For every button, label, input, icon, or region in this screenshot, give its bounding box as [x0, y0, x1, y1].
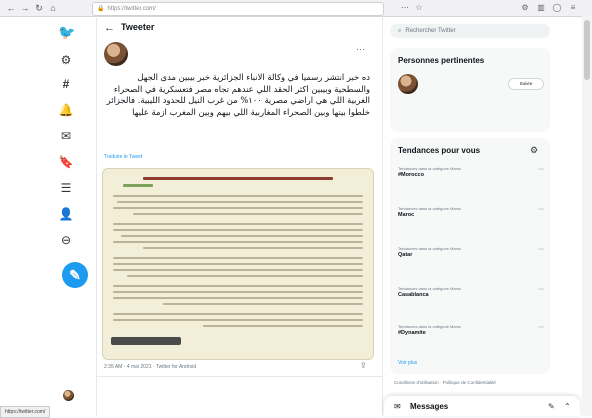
- tweet-text: ده خبر انتشر رسميا في وكالة الانباء الجز…: [106, 72, 370, 117]
- trend-more-icon[interactable]: ⋯: [538, 166, 544, 173]
- trend-name[interactable]: Qatar: [398, 252, 412, 258]
- document-line: [127, 275, 363, 277]
- document-line: [113, 229, 363, 231]
- status-bar-url: https://twitter.com/: [0, 406, 51, 418]
- document-headline: [143, 177, 333, 180]
- document-line: [143, 247, 363, 249]
- document-line: [113, 297, 363, 299]
- browser-back-icon[interactable]: ←: [6, 3, 16, 13]
- trend-category: Tendances dans la catégorie Maroc: [398, 166, 462, 171]
- more-icon[interactable]: ⊖: [58, 232, 74, 248]
- document-line: [113, 207, 363, 209]
- trend-category: Tendances dans la catégorie Maroc: [398, 246, 462, 251]
- document-line: [113, 241, 363, 243]
- page-title: Tweeter: [121, 22, 155, 32]
- extensions-icon[interactable]: ⚙: [520, 3, 530, 13]
- trend-more-icon[interactable]: ⋯: [538, 206, 544, 213]
- document-line: [113, 195, 363, 197]
- share-icon[interactable]: ⇪: [360, 361, 367, 370]
- document-line: [113, 313, 363, 315]
- document-toolbar: [111, 337, 181, 345]
- relevant-person-avatar[interactable]: [398, 74, 418, 94]
- search-input[interactable]: ⌕ Rechercher Twitter: [390, 24, 550, 38]
- trends-settings-icon[interactable]: ⚙: [530, 145, 538, 156]
- trend-name[interactable]: #Morocco: [398, 172, 424, 178]
- back-arrow-icon[interactable]: ←: [104, 22, 115, 34]
- document-line: [203, 325, 363, 327]
- document-line: [163, 303, 363, 305]
- document-line: [113, 257, 363, 259]
- address-bar[interactable]: 🔒 https://twitter.com/: [92, 2, 384, 16]
- document-line: [113, 319, 363, 321]
- column-divider: [382, 16, 383, 416]
- document-line: [113, 285, 363, 287]
- messages-drawer-icon: ✉: [394, 402, 401, 411]
- document-line: [117, 201, 363, 203]
- lists-icon[interactable]: ☰: [58, 180, 74, 196]
- translate-tweet-link[interactable]: Traduire le Tweet: [104, 154, 142, 160]
- trend-name[interactable]: #Dynamite: [398, 330, 426, 336]
- messages-drawer-label[interactable]: Messages: [410, 402, 448, 411]
- menu-icon[interactable]: ≡: [568, 3, 578, 13]
- address-bar-url: https://twitter.com/: [107, 6, 156, 12]
- bookmarks-icon[interactable]: 🔖: [58, 154, 74, 170]
- trend-more-icon[interactable]: ⋯: [538, 286, 544, 293]
- account-icon[interactable]: ◯: [552, 3, 562, 13]
- trend-more-icon[interactable]: ⋯: [538, 246, 544, 253]
- show-more-link[interactable]: Voir plus: [398, 360, 417, 366]
- document-line: [133, 213, 363, 215]
- messages-icon[interactable]: ✉: [58, 128, 74, 144]
- explore-hashtag-icon[interactable]: #: [58, 76, 74, 92]
- search-icon: ⌕: [398, 28, 402, 34]
- browser-home-icon[interactable]: ⌂: [48, 3, 58, 13]
- bookmark-star-icon[interactable]: ☆: [414, 3, 424, 13]
- document-line: [113, 269, 363, 271]
- browser-reload-icon[interactable]: ↻: [34, 3, 44, 13]
- settings-icon[interactable]: ⚙: [58, 52, 74, 68]
- scrollbar-thumb[interactable]: [584, 20, 590, 80]
- search-placeholder: Rechercher Twitter: [405, 28, 456, 34]
- author-avatar[interactable]: [104, 42, 128, 66]
- trend-more-icon[interactable]: ⋯: [538, 324, 544, 331]
- follow-button[interactable]: Suivre: [508, 78, 544, 90]
- column-divider: [96, 16, 97, 416]
- document-line: [113, 263, 363, 265]
- trend-name[interactable]: Casablanca: [398, 292, 429, 298]
- notifications-icon[interactable]: 🔔: [58, 102, 74, 118]
- trend-category: Tendances dans la catégorie Maroc: [398, 286, 462, 291]
- trend-category: Tendances dans la catégorie Maroc: [398, 324, 462, 329]
- document-line: [113, 291, 363, 293]
- expand-messages-icon[interactable]: ⌃: [564, 402, 571, 411]
- trend-category: Tendances dans la catégorie Maroc: [398, 206, 462, 211]
- browser-forward-icon[interactable]: →: [20, 3, 30, 13]
- tweet-attached-image[interactable]: [102, 168, 374, 360]
- trends-title: Tendances pour vous: [398, 146, 481, 155]
- account-avatar[interactable]: [63, 390, 74, 401]
- compose-tweet-button[interactable]: ✎: [62, 262, 88, 288]
- profile-icon[interactable]: 👤: [58, 206, 74, 222]
- document-line: [121, 235, 363, 237]
- relevant-people-title: Personnes pertinentes: [398, 56, 485, 65]
- tweet-timestamp[interactable]: 2:35 AM · 4 mai 2021 · Twitter for Andro…: [104, 364, 196, 370]
- document-label: [123, 184, 153, 187]
- new-message-icon[interactable]: ✎: [548, 402, 555, 411]
- twitter-logo-icon[interactable]: 🐦: [58, 24, 75, 40]
- stats-divider: [96, 376, 382, 377]
- tweet-more-icon[interactable]: ⋯: [356, 44, 365, 55]
- document-line: [113, 223, 363, 225]
- lock-icon: 🔒: [97, 6, 105, 12]
- library-icon[interactable]: ▥: [536, 3, 546, 13]
- footer-links[interactable]: Conditions d'utilisation · Politique de …: [394, 380, 554, 386]
- trend-name[interactable]: Maroc: [398, 212, 414, 218]
- more-actions-icon[interactable]: ⋯: [400, 3, 410, 13]
